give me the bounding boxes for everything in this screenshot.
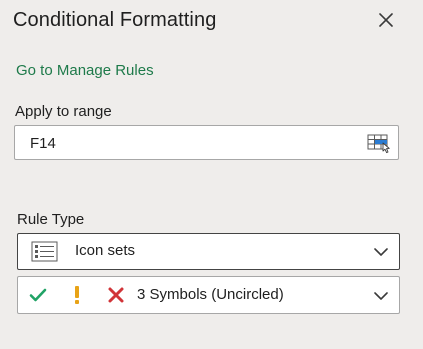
apply-range-input[interactable]	[30, 133, 350, 153]
conditional-formatting-pane: Conditional Formatting Go to Manage Rule…	[0, 0, 423, 349]
rule-type-label: Rule Type	[17, 211, 85, 228]
exclamation-icon	[75, 286, 79, 304]
checkmark-icon	[29, 288, 47, 302]
close-icon	[379, 13, 393, 27]
chevron-down-icon	[374, 292, 388, 300]
list-icon	[31, 241, 58, 262]
apply-range-label: Apply to range	[15, 103, 112, 120]
range-selector-button[interactable]	[367, 134, 393, 154]
rule-type-value: Icon sets	[75, 242, 136, 259]
close-button[interactable]	[373, 7, 399, 33]
icon-style-value: 3 Symbols (Uncircled)	[137, 286, 284, 303]
cross-icon	[108, 287, 124, 303]
apply-range-field[interactable]	[14, 125, 399, 160]
manage-rules-link[interactable]: Go to Manage Rules	[16, 60, 154, 82]
pane-title: Conditional Formatting	[13, 9, 217, 31]
chevron-down-icon	[374, 248, 388, 256]
icon-style-dropdown[interactable]: 3 Symbols (Uncircled)	[17, 276, 400, 314]
rule-type-dropdown[interactable]: Icon sets	[17, 233, 400, 270]
range-selector-icon	[367, 134, 390, 154]
